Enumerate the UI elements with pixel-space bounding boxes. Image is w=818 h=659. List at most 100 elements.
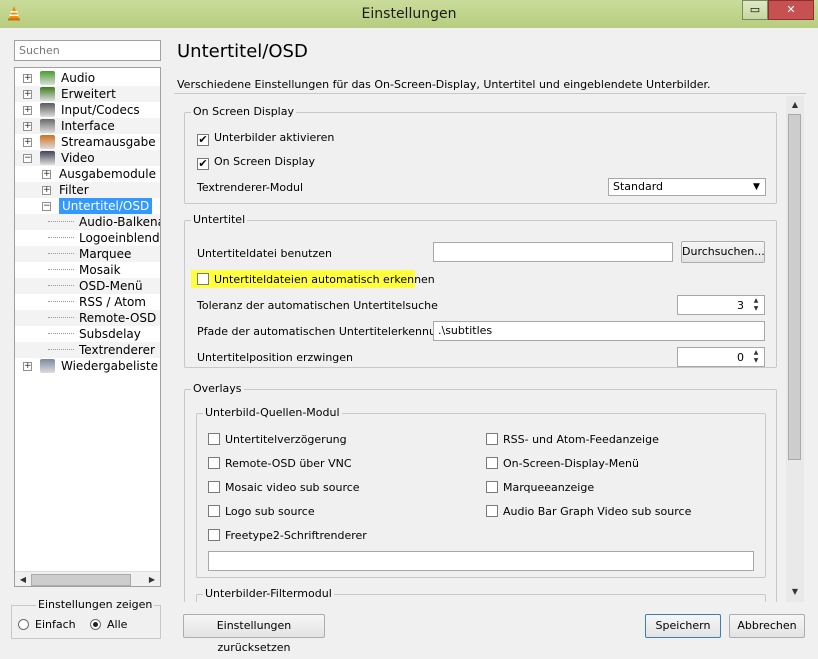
spin-up-icon[interactable]: ▲ (749, 297, 763, 305)
source-checkbox[interactable]: Remote-OSD über VNC (208, 457, 352, 470)
paths-input[interactable]: .\subtitles (433, 321, 765, 341)
tree-item[interactable]: + Erweitert (15, 86, 160, 102)
tree-item[interactable]: + Filter (15, 182, 160, 198)
expand-icon[interactable]: + (42, 170, 51, 179)
tree-connector (48, 349, 74, 350)
radio-simple[interactable]: Einfach (18, 618, 76, 631)
collapse-icon[interactable]: − (23, 154, 32, 163)
source-checkbox[interactable]: Marqueeanzeige (486, 481, 594, 494)
checkbox-box[interactable] (208, 457, 220, 469)
check-icon[interactable]: ✔ (197, 134, 209, 146)
scroll-thumb[interactable] (788, 114, 801, 460)
tree-item-label: Remote-OSD (79, 311, 157, 325)
tree-item[interactable]: Marquee (15, 246, 160, 262)
subtitles-group-legend: Untertitel (191, 213, 248, 226)
chevron-down-icon[interactable]: ▼ (749, 180, 764, 194)
checkbox-box[interactable] (208, 481, 220, 493)
save-button[interactable]: Speichern (645, 614, 721, 638)
position-spinbox[interactable]: 0 ▲ ▼ (677, 347, 765, 367)
source-checkbox-label: Remote-OSD über VNC (225, 457, 352, 470)
source-checkbox[interactable]: Mosaic video sub source (208, 481, 360, 494)
tree-item[interactable]: Logoeinblendu (15, 230, 160, 246)
scroll-thumb[interactable] (31, 574, 131, 586)
osd-checkbox[interactable]: ✔ On Screen Display (197, 155, 315, 170)
expand-icon[interactable]: + (23, 362, 32, 371)
source-checkbox[interactable]: Audio Bar Graph Video sub source (486, 505, 691, 518)
tree-item-label: Audio (61, 71, 96, 85)
expand-icon[interactable]: + (23, 122, 32, 131)
category-tree[interactable]: + Audio + Erweitert + Input/Codecs + Interface +… (14, 67, 161, 587)
tree-item[interactable]: + Audio (15, 70, 160, 86)
scroll-up-icon[interactable]: ▲ (787, 97, 803, 113)
checkbox-box[interactable] (208, 529, 220, 541)
content-vertical-scrollbar[interactable]: ▲ ▼ (786, 96, 804, 602)
checkbox-box[interactable] (486, 505, 498, 517)
browse-button[interactable]: Durchsuchen... (681, 241, 765, 263)
show-settings-group: Einstellungen zeigen Einfach Alle (11, 598, 161, 639)
tree-item[interactable]: + Streamausgabe (15, 134, 160, 150)
renderer-select[interactable]: Standard ▼ (608, 178, 766, 196)
radio-simple-label: Einfach (35, 618, 76, 631)
source-checkbox[interactable]: RSS- und Atom-Feedanzeige (486, 433, 659, 446)
scroll-right-icon[interactable]: ▶ (146, 574, 158, 586)
checkbox-box[interactable] (197, 273, 209, 285)
subtitle-file-input[interactable] (433, 242, 673, 262)
radio-all[interactable]: Alle (90, 618, 127, 631)
expand-icon[interactable]: + (42, 186, 51, 195)
spin-down-icon[interactable]: ▼ (749, 357, 763, 365)
tolerance-spinbox[interactable]: 3 ▲ ▼ (677, 295, 765, 315)
spin-down-icon[interactable]: ▼ (749, 305, 763, 313)
tree-item[interactable]: + Wiedergabeliste (15, 358, 160, 374)
expand-icon[interactable]: + (23, 90, 32, 99)
tree-item[interactable]: OSD-Menü (15, 278, 160, 294)
tree-item[interactable]: RSS / Atom (15, 294, 160, 310)
tree-item[interactable]: Audio-Balkenar (15, 214, 160, 230)
source-checkbox[interactable]: Logo sub source (208, 505, 315, 518)
reset-settings-button[interactable]: Einstellungen zurücksetzen (183, 614, 325, 654)
tree-item[interactable]: + Ausgabemodule (15, 166, 160, 182)
checkbox-box[interactable] (486, 481, 498, 493)
cancel-button[interactable]: Abbrechen (729, 614, 805, 638)
source-checkbox-label: RSS- und Atom-Feedanzeige (503, 433, 659, 446)
tree-item[interactable]: + Interface (15, 118, 160, 134)
position-value: 0 (737, 351, 744, 364)
tree-item[interactable]: − Video (15, 150, 160, 166)
autodetect-checkbox[interactable]: Untertiteldateien automatisch erkennen (197, 273, 435, 286)
checkbox-box[interactable] (208, 433, 220, 445)
source-checkbox-label: Mosaic video sub source (225, 481, 360, 494)
radio-dot[interactable] (18, 619, 29, 630)
tree-item[interactable]: Textrenderer (15, 342, 160, 358)
subpictures-checkbox[interactable]: ✔ Unterbilder aktivieren (197, 131, 334, 146)
scroll-left-icon[interactable]: ◀ (17, 574, 29, 586)
sources-text-input[interactable] (208, 551, 754, 571)
tree-item[interactable]: Subsdelay (15, 326, 160, 342)
scroll-down-icon[interactable]: ▼ (787, 584, 803, 600)
header-divider (174, 93, 806, 94)
tree-connector (48, 269, 74, 270)
tree-item[interactable]: + Input/Codecs (15, 102, 160, 118)
check-icon[interactable]: ✔ (197, 158, 209, 170)
tree-connector (48, 317, 74, 318)
minimize-button[interactable]: ▭ (742, 0, 768, 20)
renderer-label: Textrenderer-Modul (197, 181, 304, 194)
overlays-group: Overlays Unterbild-Quellen-Modul Unterti… (184, 382, 777, 602)
expand-icon[interactable]: + (23, 74, 32, 83)
search-input[interactable]: Suchen (14, 40, 161, 61)
expand-icon[interactable]: + (23, 106, 32, 115)
source-checkbox[interactable]: Freetype2-Schriftrenderer (208, 529, 367, 542)
source-checkbox[interactable]: Untertitelverzögerung (208, 433, 347, 446)
radio-dot[interactable] (90, 619, 101, 630)
spin-up-icon[interactable]: ▲ (749, 349, 763, 357)
checkbox-box[interactable] (486, 433, 498, 445)
expand-icon[interactable]: + (23, 138, 32, 147)
checkbox-box[interactable] (208, 505, 220, 517)
checkbox-box[interactable] (486, 457, 498, 469)
tree-item[interactable]: Remote-OSD (15, 310, 160, 326)
tree-horizontal-scrollbar[interactable]: ◀ ▶ (15, 571, 160, 586)
close-button[interactable]: ✕ (768, 0, 814, 20)
tree-item[interactable]: Mosaik (15, 262, 160, 278)
source-checkbox[interactable]: On-Screen-Display-Menü (486, 457, 639, 470)
tree-item[interactable]: − Untertitel/OSD (15, 198, 160, 214)
collapse-icon[interactable]: − (42, 202, 51, 211)
tree-item-label: Video (61, 151, 95, 165)
